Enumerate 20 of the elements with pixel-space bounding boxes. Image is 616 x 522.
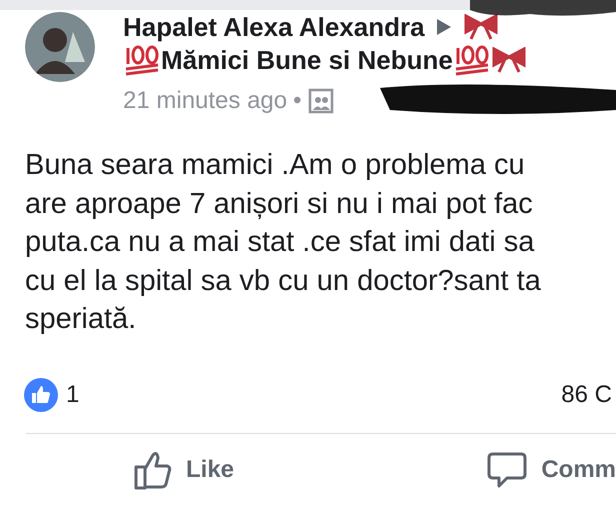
- hundred-icon: [123, 44, 161, 76]
- like-button[interactable]: Like: [134, 450, 234, 490]
- author-name[interactable]: Hapalet Alexa Alexandra: [123, 12, 425, 42]
- post-text-line: cu el la spital sa vb cu un doctor?sant ta: [25, 264, 542, 298]
- like-icon: [24, 378, 58, 412]
- separator: •: [293, 86, 302, 116]
- bow-icon: [490, 47, 527, 73]
- avatar[interactable]: [25, 12, 95, 82]
- comment-button[interactable]: Comm: [487, 450, 616, 490]
- post-text-line: Buna seara mamici .Am o problema cu: [25, 148, 526, 183]
- comment-count[interactable]: 86 C: [561, 376, 612, 412]
- comment-icon: [487, 450, 528, 490]
- bow-icon: [462, 14, 499, 40]
- group-name[interactable]: Mămici Bune si Nebune: [161, 42, 453, 78]
- thumbs-up-icon: [134, 450, 172, 490]
- post-text-line: puta.ca nu a mai stat .ce sfat imi dati sa: [25, 225, 536, 260]
- post-text-line: speriată.: [25, 302, 138, 337]
- reaction-count[interactable]: 1: [66, 376, 80, 412]
- post-text-line: are aproape 7 anișori si nu i mai pot fac: [25, 186, 534, 222]
- group-icon: [308, 88, 334, 114]
